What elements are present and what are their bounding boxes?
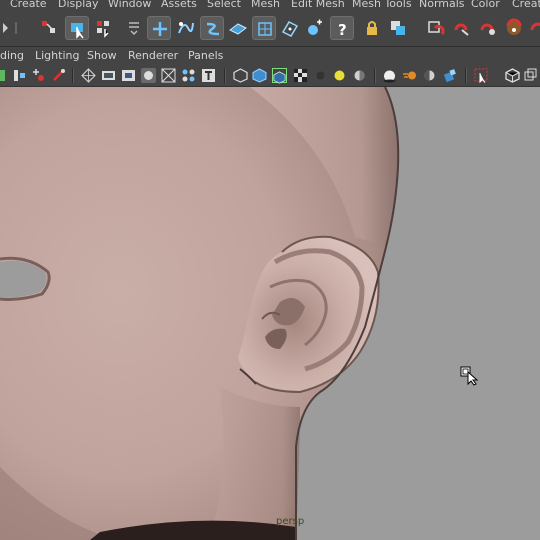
snap-to-plane-icon[interactable]: [226, 16, 250, 40]
menu-edit-mesh[interactable]: Edit Mesh: [291, 0, 345, 10]
2d-pan-zoom-icon[interactable]: [51, 68, 66, 83]
depth-of-field-icon[interactable]: [442, 68, 457, 83]
select-by-hierarchy-icon[interactable]: [37, 16, 61, 40]
smooth-shade-icon[interactable]: [252, 68, 267, 83]
resolution-gate-icon[interactable]: [121, 68, 136, 83]
antialias-icon[interactable]: [422, 68, 437, 83]
render-frame-icon[interactable]: [424, 16, 448, 40]
film-gate-icon[interactable]: [101, 68, 116, 83]
textured-icon[interactable]: [293, 68, 308, 83]
snap-view-plane-icon[interactable]: [278, 16, 302, 40]
separator: [465, 68, 467, 83]
camera-attr-icon[interactable]: [0, 68, 6, 83]
panel-menu-panels[interactable]: Panels: [188, 49, 223, 62]
panel-menubar: ding Lighting Show Renderer Panels: [0, 47, 540, 65]
divider-grip: [12, 16, 20, 40]
snap-to-curve-icon[interactable]: [174, 16, 198, 40]
menu-display[interactable]: Display: [58, 0, 99, 10]
safe-title-icon[interactable]: [201, 68, 216, 83]
image-plane-icon[interactable]: [12, 68, 27, 83]
snap-to-surface-icon[interactable]: [252, 16, 276, 40]
bookmark-icon[interactable]: [31, 68, 46, 83]
xray-icon[interactable]: [505, 68, 520, 83]
help-icon[interactable]: ?: [330, 16, 354, 40]
all-lights-icon[interactable]: [332, 68, 347, 83]
panel-toolbar: [0, 65, 540, 87]
panel-menu-lighting[interactable]: Lighting: [35, 49, 79, 62]
live-surface-icon[interactable]: [303, 16, 327, 40]
wireframe-shade-icon[interactable]: [233, 68, 248, 83]
render-view-icon[interactable]: [527, 16, 540, 40]
collapse-arrow-icon[interactable]: [0, 16, 10, 40]
separator: [72, 68, 74, 83]
select-by-object-icon[interactable]: [65, 16, 89, 40]
safe-action-icon[interactable]: [181, 68, 196, 83]
menu-normals[interactable]: Normals: [419, 0, 465, 10]
panel-menu-show[interactable]: Show: [87, 49, 117, 62]
separator: [374, 68, 376, 83]
snap-to-point-icon[interactable]: [200, 16, 224, 40]
ipr-render-icon[interactable]: [450, 16, 474, 40]
default-light-icon[interactable]: [313, 68, 328, 83]
svg-text:?: ?: [338, 21, 347, 39]
main-menubar: Create Display Window Assets Select Mesh…: [0, 0, 540, 11]
ambient-occlusion-icon[interactable]: [382, 68, 397, 83]
status-line-toolbar: ?: [0, 11, 540, 47]
wireframe-icon[interactable]: [81, 68, 96, 83]
menu-mesh-tools[interactable]: Mesh Tools: [352, 0, 412, 10]
history-icon[interactable]: [386, 16, 410, 40]
separator: [224, 68, 226, 83]
hypershade-icon[interactable]: [502, 16, 526, 40]
xray-joints-icon[interactable]: [523, 68, 538, 83]
menu-window[interactable]: Window: [108, 0, 151, 10]
mask-dropdown-icon[interactable]: [124, 16, 140, 40]
menu-mesh[interactable]: Mesh: [251, 0, 280, 10]
lock-icon[interactable]: [360, 16, 384, 40]
mouse-cursor-icon: [460, 366, 480, 390]
menu-create[interactable]: Create: [10, 0, 47, 10]
camera-name-label: persp: [276, 516, 305, 527]
panel-menu-renderer[interactable]: Renderer: [128, 49, 178, 62]
render-settings-icon[interactable]: [476, 16, 500, 40]
snap-to-grid-icon[interactable]: [147, 16, 171, 40]
wireframe-on-shaded-icon[interactable]: [272, 68, 287, 84]
isolate-select-icon[interactable]: [474, 68, 489, 84]
menu-create-2[interactable]: Creat: [512, 0, 540, 10]
select-by-component-icon[interactable]: [92, 16, 116, 40]
motion-blur-icon[interactable]: [402, 68, 417, 83]
shadows-icon[interactable]: [352, 68, 367, 83]
menu-assets[interactable]: Assets: [161, 0, 197, 10]
head-model-render: [0, 87, 400, 540]
field-chart-icon[interactable]: [161, 68, 176, 83]
menu-select[interactable]: Select: [207, 0, 241, 10]
gate-mask-icon[interactable]: [141, 68, 156, 83]
perspective-viewport[interactable]: persp: [0, 87, 540, 540]
menu-color[interactable]: Color: [471, 0, 500, 10]
panel-menu-shading[interactable]: ding: [0, 49, 24, 62]
